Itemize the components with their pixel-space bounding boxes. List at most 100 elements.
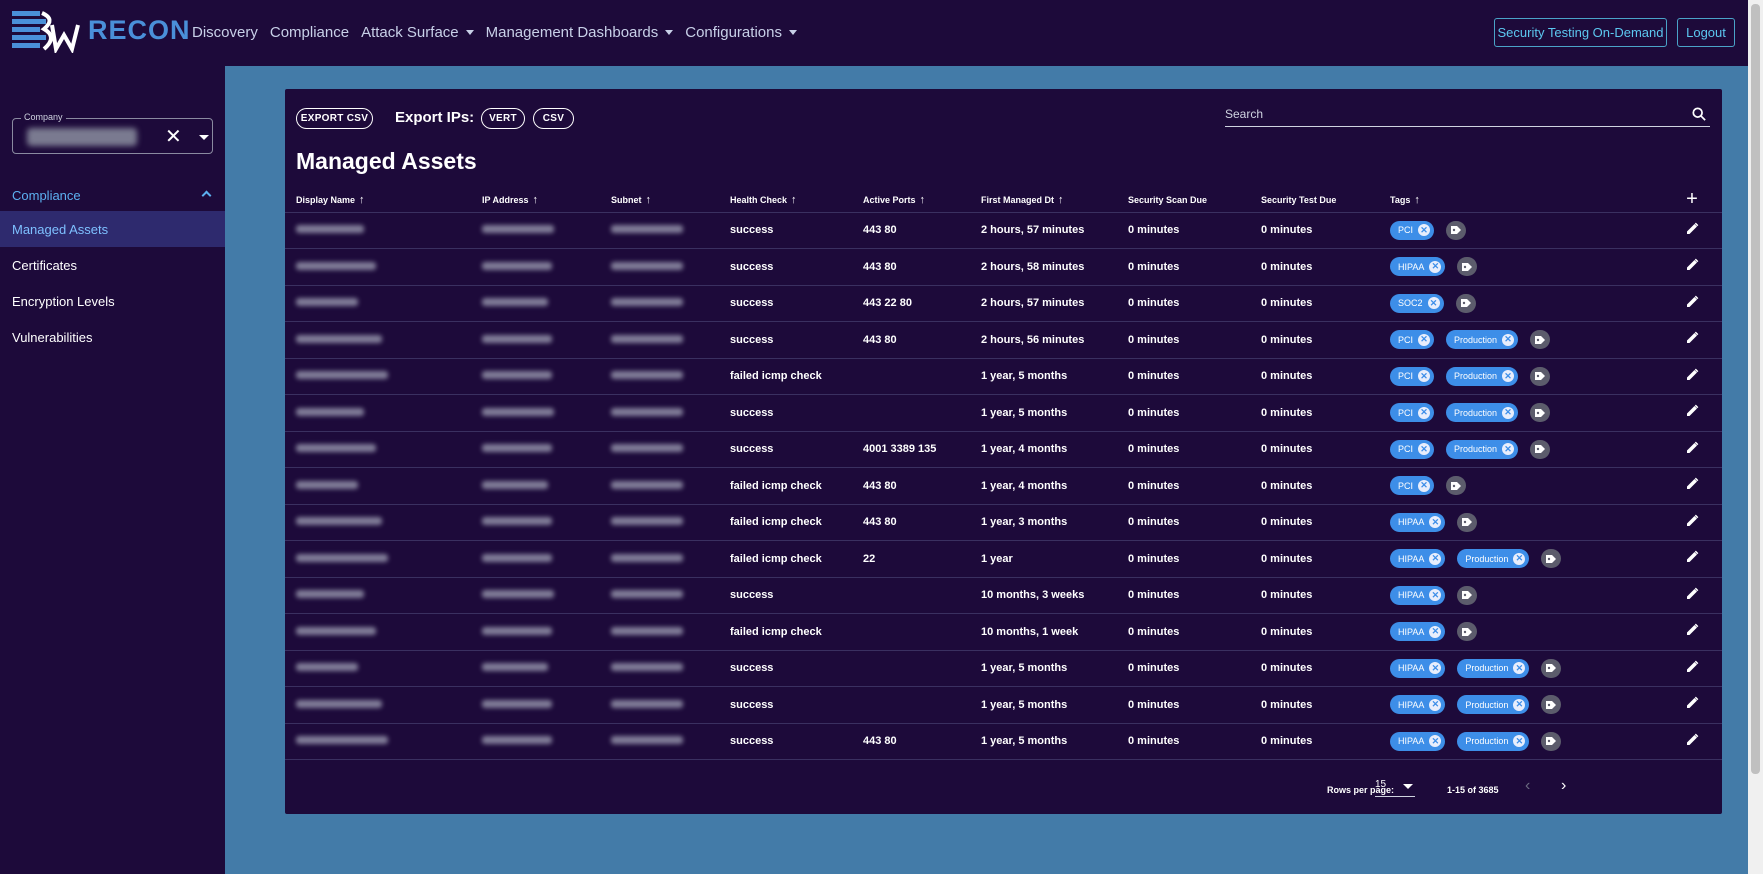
export-ips-csv-button[interactable]: CSV: [533, 108, 574, 129]
column-header-ip-address[interactable]: IP Address ↑: [471, 188, 600, 213]
edit-row-button[interactable]: [1662, 686, 1722, 724]
add-icon[interactable]: +: [1686, 188, 1698, 210]
edit-row-button[interactable]: [1662, 285, 1722, 322]
nav-management-dashboards[interactable]: Management Dashboards: [486, 24, 674, 41]
table-row[interactable]: success 443 80 2 hours, 57 minutes 0 minute…: [285, 212, 1722, 249]
edit-row-button[interactable]: [1662, 504, 1722, 541]
add-tag-button[interactable]: [1457, 622, 1478, 642]
edit-row-button[interactable]: [1662, 358, 1722, 395]
sort-arrow-icon[interactable]: ↑: [1058, 194, 1064, 206]
remove-tag-icon[interactable]: ✕: [1429, 662, 1442, 675]
tag-chip[interactable]: HIPAA ✕: [1390, 731, 1446, 751]
remove-tag-icon[interactable]: ✕: [1427, 297, 1440, 310]
remove-tag-icon[interactable]: ✕: [1429, 552, 1442, 565]
sort-arrow-icon[interactable]: ↑: [646, 194, 652, 206]
edit-row-button[interactable]: [1662, 650, 1722, 687]
export-csv-button[interactable]: EXPORT CSV: [296, 108, 373, 129]
tag-chip[interactable]: Production ✕: [1457, 731, 1530, 751]
tag-chip[interactable]: HIPAA ✕: [1390, 658, 1446, 678]
add-tag-button[interactable]: [1457, 585, 1478, 605]
sidebar-item-managed-assets[interactable]: Managed Assets: [0, 211, 225, 247]
prev-page-icon[interactable]: ‹: [1525, 777, 1530, 795]
remove-tag-icon[interactable]: ✕: [1429, 735, 1442, 748]
remove-tag-icon[interactable]: ✕: [1418, 333, 1431, 346]
nav-compliance[interactable]: Compliance: [270, 24, 349, 41]
tag-chip[interactable]: Production ✕: [1446, 439, 1519, 459]
tag-chip[interactable]: HIPAA ✕: [1390, 549, 1446, 569]
remove-tag-icon[interactable]: ✕: [1429, 260, 1442, 273]
add-tag-button[interactable]: [1455, 293, 1476, 313]
table-row[interactable]: success 1 year, 5 months 0 minutes 0 minute…: [285, 686, 1722, 724]
edit-row-button[interactable]: [1662, 431, 1722, 468]
column-header-tags[interactable]: Tags ↑: [1379, 188, 1662, 213]
column-header-health-check[interactable]: Health Check ↑: [719, 188, 852, 213]
column-header-scan-due[interactable]: Security Scan Due: [1117, 188, 1250, 213]
edit-icon[interactable]: [1685, 550, 1699, 564]
tag-chip[interactable]: HIPAA ✕: [1390, 512, 1446, 532]
remove-tag-icon[interactable]: ✕: [1502, 443, 1515, 456]
table-row[interactable]: success 443 80 2 hours, 56 minutes 0 minute…: [285, 321, 1722, 359]
tag-chip[interactable]: HIPAA ✕: [1390, 622, 1446, 642]
clear-icon[interactable]: ✕: [165, 124, 182, 149]
sidebar-item-encryption-levels[interactable]: Encryption Levels: [0, 283, 225, 319]
sort-arrow-icon[interactable]: ↑: [1414, 194, 1420, 206]
edit-icon[interactable]: [1685, 295, 1699, 309]
tag-chip[interactable]: Production ✕: [1446, 403, 1519, 423]
remove-tag-icon[interactable]: ✕: [1429, 698, 1442, 711]
table-row[interactable]: success 10 months, 3 weeks 0 minutes 0 minu…: [285, 577, 1722, 614]
add-tag-button[interactable]: [1446, 476, 1467, 496]
search-input[interactable]: [1225, 103, 1665, 125]
edit-row-button[interactable]: [1662, 394, 1722, 432]
tag-chip[interactable]: HIPAA ✕: [1390, 257, 1446, 277]
search-icon[interactable]: [1692, 107, 1706, 121]
tag-chip[interactable]: PCI ✕: [1390, 220, 1435, 240]
edit-icon[interactable]: [1685, 331, 1699, 345]
sort-arrow-icon[interactable]: ↑: [791, 194, 797, 206]
add-tag-button[interactable]: [1530, 403, 1551, 423]
edit-icon[interactable]: [1685, 696, 1699, 710]
nav-configurations[interactable]: Configurations: [685, 24, 797, 41]
edit-icon[interactable]: [1685, 660, 1699, 674]
edit-icon[interactable]: [1685, 258, 1699, 272]
nav-attack-surface[interactable]: Attack Surface: [361, 24, 474, 41]
column-header-active-ports[interactable]: Active Ports ↑: [852, 188, 970, 213]
sidebar-section-compliance[interactable]: Compliance: [0, 178, 225, 212]
table-row[interactable]: success 443 80 2 hours, 58 minutes 0 minute…: [285, 248, 1722, 286]
edit-icon[interactable]: [1685, 404, 1699, 418]
tag-chip[interactable]: PCI ✕: [1390, 439, 1435, 459]
page-scrollbar[interactable]: [1748, 0, 1763, 874]
add-tag-button[interactable]: [1457, 512, 1478, 532]
sidebar-item-vulnerabilities[interactable]: Vulnerabilities: [0, 319, 225, 355]
add-tag-button[interactable]: [1446, 220, 1467, 240]
edit-icon[interactable]: [1685, 441, 1699, 455]
chevron-down-icon[interactable]: [199, 135, 209, 140]
tag-chip[interactable]: HIPAA ✕: [1390, 695, 1446, 715]
add-tag-button[interactable]: [1541, 695, 1562, 715]
tag-chip[interactable]: Production ✕: [1457, 695, 1530, 715]
rows-per-page-select[interactable]: 15: [1375, 779, 1415, 797]
tag-chip[interactable]: PCI ✕: [1390, 366, 1435, 386]
tag-chip[interactable]: PCI ✕: [1390, 476, 1435, 496]
table-row[interactable]: failed icmp check 10 months, 1 week 0 minu…: [285, 613, 1722, 651]
remove-tag-icon[interactable]: ✕: [1502, 370, 1515, 383]
sort-arrow-icon[interactable]: ↑: [533, 194, 539, 206]
edit-icon[interactable]: [1685, 477, 1699, 491]
remove-tag-icon[interactable]: ✕: [1418, 443, 1431, 456]
table-row[interactable]: success 443 22 80 2 hours, 57 minutes 0 min…: [285, 285, 1722, 322]
edit-icon[interactable]: [1685, 733, 1699, 747]
remove-tag-icon[interactable]: ✕: [1418, 479, 1431, 492]
edit-icon[interactable]: [1685, 623, 1699, 637]
company-select[interactable]: Company ✕: [12, 112, 213, 154]
table-row[interactable]: failed icmp check 22 1 year 0 minutes 0 minu…: [285, 540, 1722, 578]
column-header-display-name[interactable]: Display Name ↑: [285, 188, 471, 213]
table-row[interactable]: failed icmp check 443 80 1 year, 4 months 0…: [285, 467, 1722, 505]
tag-chip[interactable]: Production ✕: [1457, 658, 1530, 678]
tag-chip[interactable]: HIPAA ✕: [1390, 585, 1446, 605]
column-header-test-due[interactable]: Security Test Due: [1250, 188, 1379, 213]
table-row[interactable]: success 1 year, 5 months 0 minutes 0 minute…: [285, 650, 1722, 687]
tag-chip[interactable]: Production ✕: [1446, 330, 1519, 350]
tag-chip[interactable]: PCI ✕: [1390, 330, 1435, 350]
table-row[interactable]: failed icmp check 1 year, 5 months 0 minut…: [285, 358, 1722, 395]
edit-icon[interactable]: [1685, 368, 1699, 382]
edit-row-button[interactable]: [1662, 321, 1722, 359]
